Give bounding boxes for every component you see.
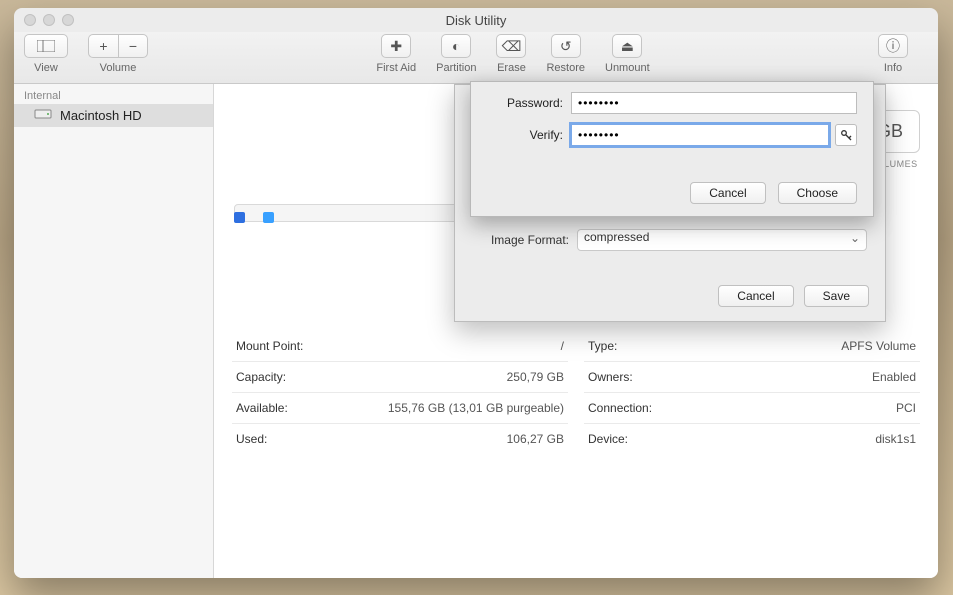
window-title: Disk Utility	[14, 13, 938, 28]
detail-val: 106,27 GB	[507, 432, 564, 446]
image-format-select[interactable]: compressed	[577, 229, 867, 251]
erase-icon: ⌫	[502, 38, 522, 55]
partition-button[interactable]: ◐	[441, 34, 471, 58]
legend-chip	[263, 212, 274, 223]
verify-field[interactable]	[571, 124, 829, 146]
sidebar-item-label: Macintosh HD	[60, 108, 142, 123]
firstaid-button[interactable]: ✚	[381, 34, 411, 58]
detail-key: Owners:	[588, 370, 633, 384]
firstaid-icon: ✚	[390, 38, 402, 55]
unmount-button[interactable]: ⏏	[612, 34, 642, 58]
unmount-label: Unmount	[605, 62, 650, 74]
erase-button[interactable]: ⌫	[496, 34, 526, 58]
detail-val: /	[561, 339, 564, 353]
info-label: Info	[884, 62, 902, 74]
erase-label: Erase	[497, 62, 526, 74]
password-field[interactable]	[571, 92, 857, 114]
info-icon: ⓘ	[886, 36, 900, 56]
sidebar: Internal Macintosh HD	[14, 84, 214, 578]
detail-key: Connection:	[588, 401, 652, 415]
volume-add-button[interactable]: +	[88, 34, 118, 58]
save-button[interactable]: Save	[804, 285, 869, 307]
partition-icon: ◐	[452, 38, 460, 54]
sidebar-header: Internal	[14, 84, 213, 104]
image-format-label: Image Format:	[473, 233, 569, 247]
detail-key: Type:	[588, 339, 617, 353]
detail-key: Capacity:	[236, 370, 286, 384]
partition-label: Partition	[436, 62, 476, 74]
detail-val: PCI	[896, 401, 916, 415]
detail-val: disk1s1	[875, 432, 916, 446]
image-format-row: Image Format: compressed	[473, 229, 867, 251]
detail-key: Device:	[588, 432, 628, 446]
hard-drive-icon	[34, 107, 52, 124]
password-assistant-button[interactable]	[835, 124, 857, 146]
content-pane: 250,79 GB SHARED BY 4 VOLUMES Free 142,7…	[214, 84, 938, 578]
sidebar-layout-icon	[37, 40, 55, 52]
password-label: Password:	[487, 96, 563, 110]
legend-chip	[234, 212, 245, 223]
sidebar-item-macintosh-hd[interactable]: Macintosh HD	[14, 104, 213, 127]
detail-val: 250,79 GB	[507, 370, 564, 384]
volume-remove-button[interactable]: −	[118, 34, 148, 58]
key-icon	[840, 129, 852, 141]
cancel-button[interactable]: Cancel	[690, 182, 765, 204]
detail-key: Available:	[236, 401, 288, 415]
details-grid: Mount Point: / Capacity: 250,79 GB Availab…	[232, 331, 920, 454]
detail-val: Enabled	[872, 370, 916, 384]
view-label: View	[34, 62, 58, 74]
choose-button[interactable]: Choose	[778, 182, 857, 204]
volume-label: Volume	[100, 62, 137, 74]
disk-utility-window: Disk Utility View + − Volume ✚ First Aid…	[14, 8, 938, 578]
detail-key: Used:	[236, 432, 267, 446]
verify-label: Verify:	[487, 128, 563, 142]
detail-val: APFS Volume	[841, 339, 916, 353]
titlebar: Disk Utility	[14, 8, 938, 32]
detail-key: Mount Point:	[236, 339, 303, 353]
restore-icon: ↺	[560, 38, 572, 55]
info-button[interactable]: ⓘ	[878, 34, 908, 58]
restore-button[interactable]: ↺	[551, 34, 581, 58]
firstaid-label: First Aid	[376, 62, 416, 74]
view-button[interactable]	[24, 34, 68, 58]
restore-label: Restore	[546, 62, 585, 74]
password-sheet: Password: Verify: Cancel Choose	[470, 81, 874, 217]
detail-val: 155,76 GB (13,01 GB purgeable)	[388, 401, 564, 415]
unmount-icon: ⏏	[621, 38, 634, 55]
cancel-button[interactable]: Cancel	[718, 285, 793, 307]
toolbar: View + − Volume ✚ First Aid ◐ Partition …	[14, 32, 938, 84]
